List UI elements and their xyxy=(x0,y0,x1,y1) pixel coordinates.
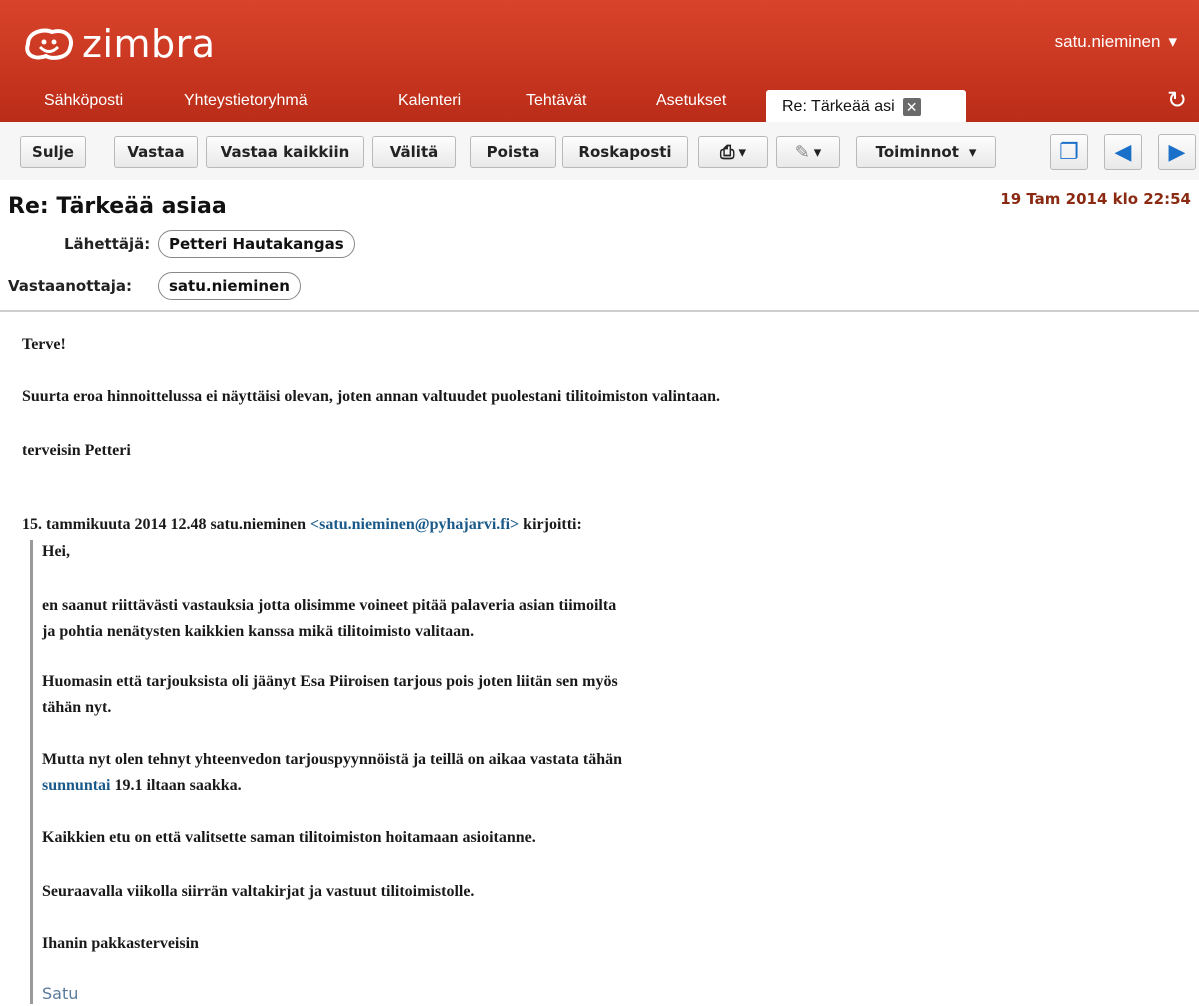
tab-tasks[interactable]: Tehtävät xyxy=(526,92,586,110)
quote-header-post: kirjoitti: xyxy=(519,516,582,533)
close-icon[interactable]: ✕ xyxy=(902,98,921,116)
message-subject: Re: Tärkeää asiaa xyxy=(8,194,227,219)
reply-button[interactable]: Vastaa xyxy=(114,136,198,168)
zimbra-smile-icon xyxy=(22,26,76,62)
quote-hei: Hei, xyxy=(42,543,70,560)
quote-p3b: sunnuntai 19.1 iltaan saakka. xyxy=(42,774,242,798)
printer-icon: ⎙ xyxy=(720,141,735,163)
forward-button[interactable]: Välitä xyxy=(372,136,456,168)
body-line: Suurta eroa hinnoittelussa ei näyttäisi … xyxy=(22,388,721,405)
quote-header: 15. tammikuuta 2014 12.48 satu.nieminen … xyxy=(22,516,582,534)
quote-signature: Satu xyxy=(42,984,79,1003)
arrow-left-icon: ◀ xyxy=(1114,139,1132,164)
tag-button[interactable]: ✎ ▾ xyxy=(776,136,840,168)
tab-message[interactable]: Re: Tärkeää asi ✕ xyxy=(766,90,966,124)
tag-icon: ✎ xyxy=(794,141,810,163)
brand-name: zimbra xyxy=(82,22,216,66)
date-link[interactable]: sunnuntai xyxy=(42,777,111,794)
quote-p1a: en saanut riittävästi vastauksia jotta o… xyxy=(42,597,617,614)
user-menu[interactable]: satu.nieminen ▾ xyxy=(1055,32,1177,52)
to-label: Vastaanottaja: xyxy=(8,277,132,295)
quote-p2a: Huomasin että tarjouksista oli jäänyt Es… xyxy=(42,673,618,690)
new-window-icon: ❐ xyxy=(1059,139,1079,164)
quote-p1b: ja pohtia nenätysten kaikkien kanssa mik… xyxy=(42,623,475,640)
chevron-down-icon: ▾ xyxy=(1168,32,1177,51)
previous-message-button[interactable]: ◀ xyxy=(1104,134,1142,170)
from-address-bubble[interactable]: Petteri Hautakangas xyxy=(158,230,355,258)
toolbar: Sulje Vastaa Vastaa kaikkiin Välitä Pois… xyxy=(0,122,1199,181)
close-button[interactable]: Sulje xyxy=(20,136,86,168)
message-date: 19 Tam 2014 klo 22:54 xyxy=(1000,190,1191,208)
arrow-right-icon: ▶ xyxy=(1168,139,1186,164)
chevron-down-icon: ▾ xyxy=(813,143,822,161)
delete-button[interactable]: Poista xyxy=(470,136,556,168)
quote-p4: Kaikkien etu on että valitsette saman ti… xyxy=(42,829,536,846)
tab-message-label: Re: Tärkeää asi xyxy=(782,98,895,115)
quote-p5: Seuraavalla viikolla siirrän valtakirjat… xyxy=(42,883,475,900)
tab-email[interactable]: Sähköposti xyxy=(44,92,123,110)
app-tabs: Sähköposti Yhteystietoryhmä Kalenteri Te… xyxy=(0,88,1199,124)
spam-button[interactable]: Roskaposti xyxy=(562,136,688,168)
message-header: Re: Tärkeää asiaa 19 Tam 2014 klo 22:54 … xyxy=(0,180,1199,312)
quote-p6: Ihanin pakkasterveisin xyxy=(42,935,199,952)
actions-menu-button[interactable]: Toiminnot ▾ xyxy=(856,136,996,168)
actions-label: Toiminnot xyxy=(875,143,959,161)
from-label: Lähettäjä: xyxy=(64,235,151,253)
quote-p2b: tähän nyt. xyxy=(42,699,112,716)
refresh-icon[interactable]: ↻ xyxy=(1167,86,1187,115)
chevron-down-icon: ▾ xyxy=(968,143,977,161)
tab-settings[interactable]: Asetukset xyxy=(656,92,726,110)
new-window-button[interactable]: ❐ xyxy=(1050,134,1088,170)
body-signoff: terveisin Petteri xyxy=(22,442,131,459)
quote-p3a: Mutta nyt olen tehnyt yhteenvedon tarjou… xyxy=(42,751,623,768)
app-header: zimbra satu.nieminen ▾ Sähköposti Yhteys… xyxy=(0,0,1199,125)
quote-header-pre: 15. tammikuuta 2014 12.48 satu.nieminen xyxy=(22,516,311,533)
quote-email-link[interactable]: <satu.nieminen@pyhajarvi.fi> xyxy=(310,516,519,533)
print-button[interactable]: ⎙ ▾ xyxy=(698,136,768,168)
quote-p3b-rest: 19.1 iltaan saakka. xyxy=(110,777,242,794)
tab-calendar[interactable]: Kalenteri xyxy=(398,92,461,110)
chevron-down-icon: ▾ xyxy=(738,143,746,161)
tab-contacts[interactable]: Yhteystietoryhmä xyxy=(184,92,308,110)
to-address-bubble[interactable]: satu.nieminen xyxy=(158,272,301,300)
zimbra-logo[interactable]: zimbra xyxy=(22,22,216,66)
user-name: satu.nieminen xyxy=(1054,32,1161,51)
next-message-button[interactable]: ▶ xyxy=(1158,134,1196,170)
reply-all-button[interactable]: Vastaa kaikkiin xyxy=(206,136,364,168)
body-greeting: Terve! xyxy=(22,336,66,353)
